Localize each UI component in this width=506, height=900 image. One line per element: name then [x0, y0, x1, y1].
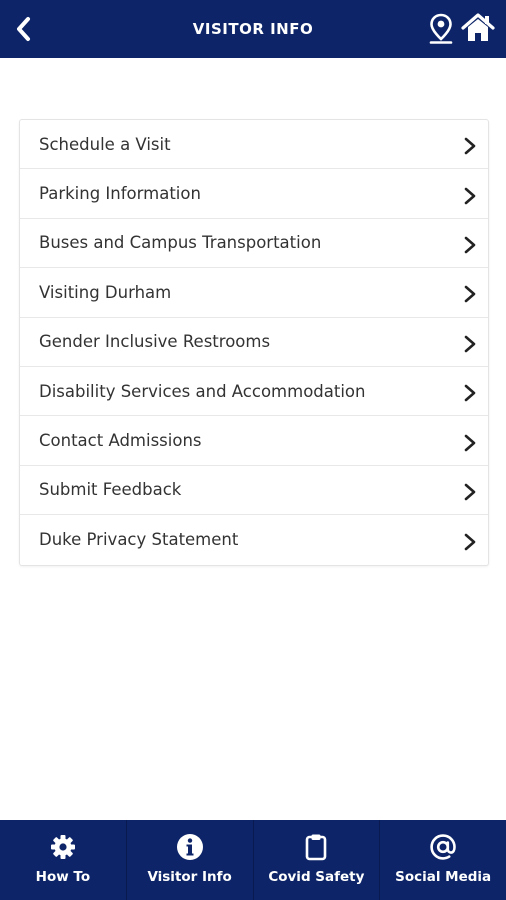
header-bar: VISITOR INFO — [0, 0, 506, 58]
tab-visitor-info[interactable]: Visitor Info — [127, 820, 254, 900]
chevron-right-icon — [464, 384, 476, 402]
tab-covid-safety[interactable]: Covid Safety — [254, 820, 381, 900]
menu-item-schedule-visit[interactable]: Schedule a Visit — [20, 120, 488, 170]
menu-item-privacy-statement[interactable]: Duke Privacy Statement — [20, 515, 488, 564]
menu-item-label: Submit Feedback — [39, 480, 182, 500]
menu-item-label: Parking Information — [39, 184, 201, 204]
clipboard-icon — [302, 833, 330, 861]
bottom-tab-bar: How To Visitor Info Covid Safety Social … — [0, 820, 506, 900]
menu-item-visiting-durham[interactable]: Visiting Durham — [20, 268, 488, 318]
map-button[interactable] — [425, 12, 457, 46]
menu-item-label: Buses and Campus Transportation — [39, 233, 322, 253]
visitor-info-menu: Schedule a Visit Parking Information Bus… — [19, 119, 489, 566]
menu-item-label: Duke Privacy Statement — [39, 530, 239, 550]
chevron-right-icon — [464, 236, 476, 254]
chevron-right-icon — [464, 483, 476, 501]
menu-item-buses-transportation[interactable]: Buses and Campus Transportation — [20, 219, 488, 269]
info-icon — [176, 833, 204, 861]
app-screen: VISITOR INFO Schedule a Visit Parking In… — [0, 0, 506, 900]
tab-social-media[interactable]: Social Media — [380, 820, 506, 900]
chevron-right-icon — [464, 187, 476, 204]
home-button[interactable] — [460, 11, 496, 45]
gear-icon — [49, 833, 77, 861]
home-icon — [461, 13, 495, 41]
chevron-right-icon — [464, 286, 476, 303]
menu-item-label: Schedule a Visit — [39, 134, 171, 154]
chevron-right-icon — [464, 434, 476, 451]
menu-item-gender-inclusive-restrooms[interactable]: Gender Inclusive Restrooms — [20, 318, 488, 367]
menu-item-label: Contact Admissions — [39, 431, 202, 451]
tab-label: Covid Safety — [268, 869, 365, 885]
menu-item-label: Visiting Durham — [39, 282, 172, 302]
menu-item-disability-services[interactable]: Disability Services and Accommodation — [20, 367, 488, 417]
map-pin-icon — [429, 13, 453, 44]
menu-item-contact-admissions[interactable]: Contact Admissions — [20, 416, 488, 466]
menu-item-label: Disability Services and Accommodation — [39, 381, 366, 401]
tab-label: Visitor Info — [147, 869, 232, 885]
chevron-right-icon — [464, 335, 476, 353]
menu-item-parking-information[interactable]: Parking Information — [20, 169, 488, 219]
menu-item-submit-feedback[interactable]: Submit Feedback — [20, 466, 488, 516]
menu-item-label: Gender Inclusive Restrooms — [39, 332, 271, 352]
at-sign-icon — [429, 833, 457, 861]
tab-label: How To — [35, 869, 91, 885]
chevron-right-icon — [464, 137, 476, 155]
tab-label: Social Media — [395, 869, 492, 885]
chevron-right-icon — [464, 533, 476, 551]
tab-how-to[interactable]: How To — [0, 820, 127, 900]
